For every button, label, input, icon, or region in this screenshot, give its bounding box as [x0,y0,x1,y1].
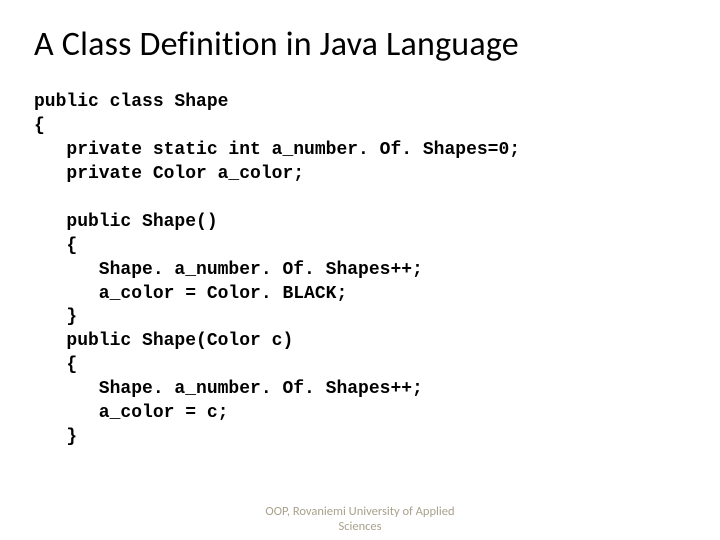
code-line: } [34,307,77,327]
code-line: } [34,427,77,447]
code-line: public Shape(Color c) [34,331,293,351]
code-block: public class Shape { private static int … [34,91,686,450]
code-line: private Color a_color; [34,164,304,184]
code-line: a_color = c; [34,403,228,423]
footer-line-1: OOP, Rovaniemi University of Applied [0,505,720,519]
code-line: Shape. a_number. Of. Shapes++; [34,260,423,280]
code-line: { [34,355,77,375]
code-line: public Shape() [34,212,218,232]
code-line: private static int a_number. Of. Shapes=… [34,140,520,160]
footer-text: OOP, Rovaniemi University of Applied Sci… [0,505,720,534]
code-line: a_color = Color. BLACK; [34,284,347,304]
code-line: Shape. a_number. Of. Shapes++; [34,379,423,399]
code-line: { [34,116,45,136]
code-line: { [34,236,77,256]
page-title: A Class Definition in Java Language [34,24,686,65]
code-line: public class Shape [34,92,228,112]
footer-line-2: Sciences [0,520,720,534]
slide: A Class Definition in Java Language publ… [0,0,720,540]
